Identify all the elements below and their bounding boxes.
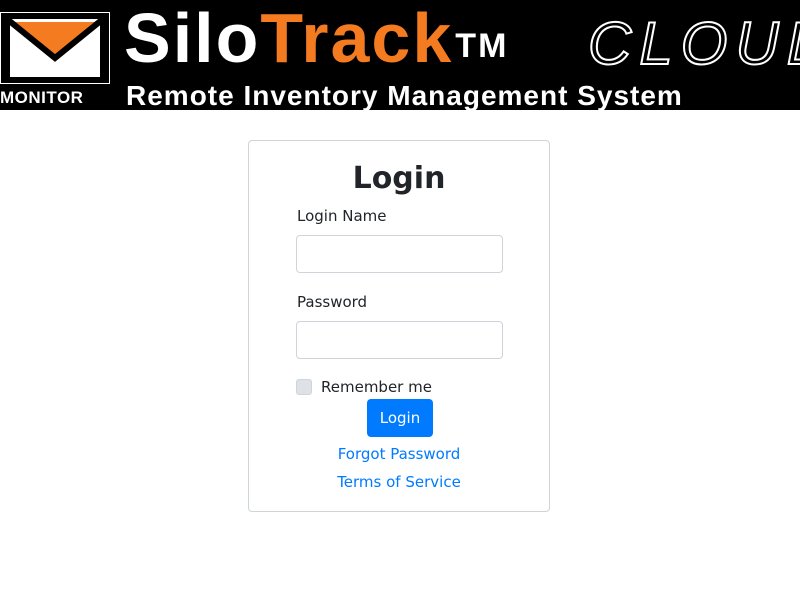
- terms-of-service-link[interactable]: Terms of Service: [249, 472, 549, 492]
- login-name-input[interactable]: [296, 235, 503, 273]
- remember-me-checkbox[interactable]: [296, 379, 312, 395]
- password-label: Password: [297, 293, 368, 311]
- password-input[interactable]: [296, 321, 503, 359]
- logo-subtext: MONITOR: [0, 88, 84, 107]
- forgot-password-link[interactable]: Forgot Password: [249, 444, 549, 464]
- trademark-symbol: TM: [455, 27, 509, 65]
- brand-name: SiloTrackTM: [124, 0, 508, 80]
- remember-me-label: Remember me: [321, 378, 432, 396]
- login-title: Login: [352, 161, 446, 196]
- login-card: Login Login Name Password Remember me Lo…: [248, 140, 550, 512]
- brand-cloud: CLOUD: [587, 9, 800, 78]
- login-name-label: Login Name: [297, 207, 387, 225]
- remember-me-row[interactable]: Remember me: [296, 377, 432, 397]
- monitor-envelope-logo-icon: [0, 12, 110, 84]
- header-banner: MONITOR SiloTrackTM CLOUD Remote Invento…: [0, 0, 800, 110]
- brand-tagline: Remote Inventory Management System: [126, 80, 683, 110]
- brand-silo: Silo: [124, 0, 261, 77]
- brand-track: Track: [260, 0, 454, 77]
- login-button[interactable]: Login: [367, 399, 433, 437]
